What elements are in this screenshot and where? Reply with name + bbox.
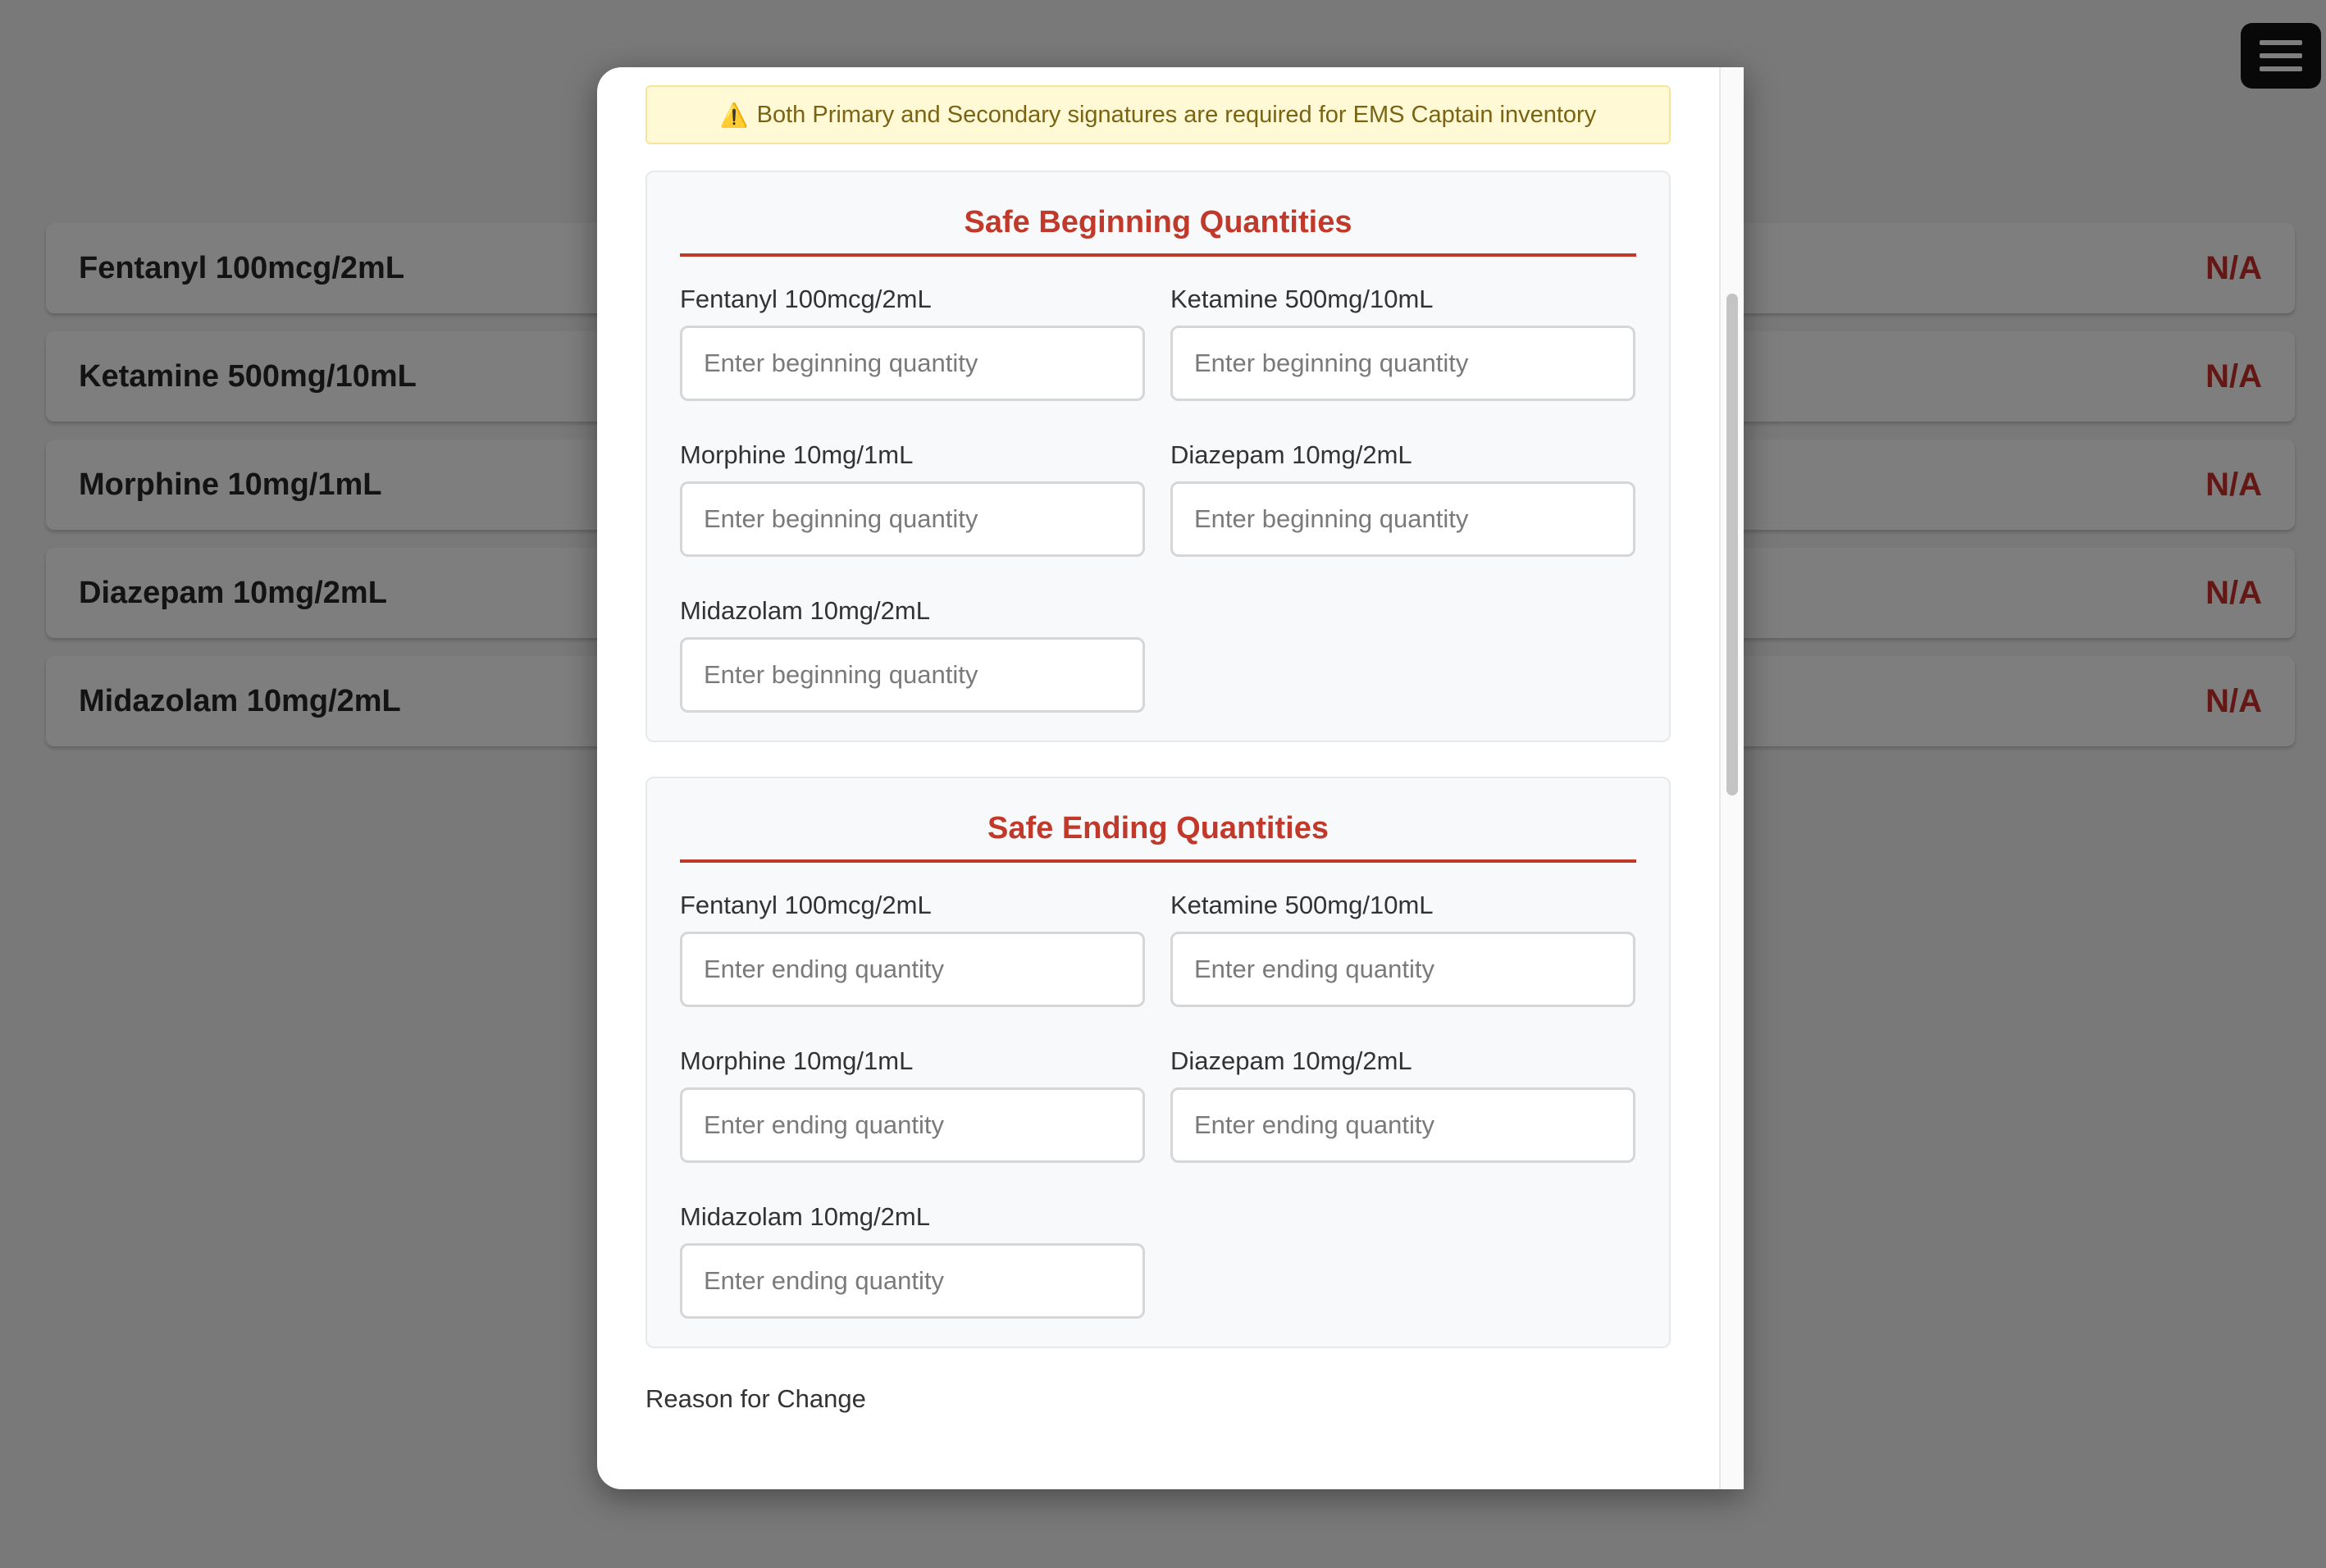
beginning-field-fentanyl: Fentanyl 100mcg/2mL: [680, 285, 1145, 401]
warning-text: Both Primary and Secondary signatures ar…: [756, 101, 1597, 128]
field-label: Fentanyl 100mcg/2mL: [680, 285, 932, 313]
field-label: Morphine 10mg/1mL: [680, 440, 914, 469]
ending-quantity-input[interactable]: [1170, 932, 1635, 1007]
beginning-quantity-input[interactable]: [680, 637, 1145, 713]
modal-scrollbar[interactable]: [1719, 67, 1744, 1489]
ending-field-fentanyl: Fentanyl 100mcg/2mL: [680, 891, 1145, 1007]
beginning-quantity-input[interactable]: [1170, 326, 1635, 401]
beginning-quantities-panel: Safe Beginning Quantities Fentanyl 100mc…: [645, 171, 1671, 742]
beginning-field-midazolam: Midazolam 10mg/2mL: [680, 596, 1145, 713]
beginning-quantity-input[interactable]: [680, 326, 1145, 401]
section-title: Safe Ending Quantities: [680, 811, 1636, 863]
field-label: Fentanyl 100mcg/2mL: [680, 891, 932, 919]
field-label: Diazepam 10mg/2mL: [1170, 1046, 1412, 1075]
beginning-field-ketamine: Ketamine 500mg/10mL: [1170, 285, 1635, 401]
section-title: Safe Beginning Quantities: [680, 205, 1636, 257]
modal-content: ⚠️ Both Primary and Secondary signatures…: [645, 85, 1671, 1414]
ending-field-ketamine: Ketamine 500mg/10mL: [1170, 891, 1635, 1007]
field-label: Ketamine 500mg/10mL: [1170, 285, 1434, 313]
ending-quantity-input[interactable]: [680, 1087, 1145, 1163]
field-label: Midazolam 10mg/2mL: [680, 1202, 930, 1231]
field-label: Midazolam 10mg/2mL: [680, 596, 930, 625]
beginning-field-morphine: Morphine 10mg/1mL: [680, 440, 1145, 557]
ending-quantity-input[interactable]: [1170, 1087, 1635, 1163]
ending-field-midazolam: Midazolam 10mg/2mL: [680, 1202, 1145, 1319]
warning-icon: ⚠️: [719, 102, 749, 128]
ending-field-morphine: Morphine 10mg/1mL: [680, 1046, 1145, 1163]
inventory-modal: ⚠️ Both Primary and Secondary signatures…: [597, 67, 1744, 1489]
field-label: Ketamine 500mg/10mL: [1170, 891, 1434, 919]
reason-for-change-label: Reason for Change: [645, 1384, 866, 1413]
beginning-quantity-input[interactable]: [1170, 481, 1635, 557]
ending-quantity-input[interactable]: [680, 1243, 1145, 1319]
beginning-field-diazepam: Diazepam 10mg/2mL: [1170, 440, 1635, 557]
ending-quantity-input[interactable]: [680, 932, 1145, 1007]
beginning-quantity-input[interactable]: [680, 481, 1145, 557]
field-label: Morphine 10mg/1mL: [680, 1046, 914, 1075]
field-label: Diazepam 10mg/2mL: [1170, 440, 1412, 469]
scrollbar-thumb[interactable]: [1726, 294, 1738, 795]
ending-quantities-panel: Safe Ending Quantities Fentanyl 100mcg/2…: [645, 777, 1671, 1348]
signature-warning: ⚠️ Both Primary and Secondary signatures…: [645, 85, 1671, 144]
ending-field-diazepam: Diazepam 10mg/2mL: [1170, 1046, 1635, 1163]
